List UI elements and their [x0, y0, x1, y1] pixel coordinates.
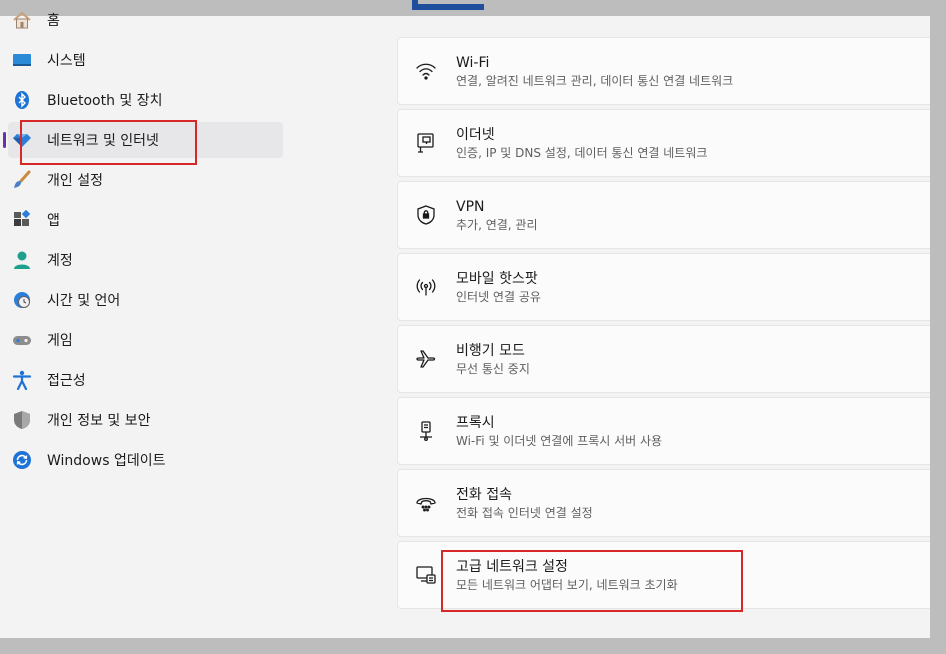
brush-icon: [12, 170, 32, 190]
sidebar-item-label: 계정: [47, 253, 73, 269]
update-icon: [12, 450, 32, 470]
gamepad-icon: [12, 330, 32, 350]
card-subtitle: 연결, 알려진 네트워크 관리, 데이터 통신 연결 네트워크: [456, 73, 734, 88]
card-title: 비행기 모드: [456, 342, 525, 359]
system-icon: [12, 50, 32, 70]
sidebar-item-home[interactable]: 홈: [8, 2, 283, 38]
sidebar-item-label: 접근성: [47, 373, 86, 389]
advanced-network-icon: [414, 563, 438, 587]
card-subtitle: 인터넷 연결 공유: [456, 289, 541, 304]
bluetooth-icon: [12, 90, 32, 110]
accessibility-icon: [12, 370, 32, 390]
network-icon: [12, 130, 32, 150]
card-title: 고급 네트워크 설정: [456, 558, 568, 575]
ethernet-icon: [414, 131, 438, 155]
card-subtitle: 인증, IP 및 DNS 설정, 데이터 통신 연결 네트워크: [456, 145, 708, 160]
card-subtitle: 무선 통신 중지: [456, 361, 530, 376]
sidebar-item-personalization[interactable]: 개인 설정: [8, 162, 283, 198]
selection-indicator: [3, 132, 6, 148]
card-vpn[interactable]: VPN 추가, 연결, 관리: [397, 181, 930, 249]
background-graphic: [412, 0, 484, 10]
hotspot-icon: [414, 275, 438, 299]
sidebar-item-label: 개인 설정: [47, 173, 103, 189]
sidebar-item-label: Windows 업데이트: [47, 453, 166, 469]
card-wifi[interactable]: Wi-Fi 연결, 알려진 네트워크 관리, 데이터 통신 연결 네트워크: [397, 37, 930, 105]
airplane-icon: [414, 347, 438, 371]
sidebar-item-label: 홈: [47, 13, 60, 29]
sidebar-item-label: 앱: [47, 213, 60, 229]
proxy-icon: [414, 419, 438, 443]
card-subtitle: Wi-Fi 및 이더넷 연결에 프록시 서버 사용: [456, 433, 663, 448]
sidebar-item-label: 게임: [47, 333, 73, 349]
vpn-shield-icon: [414, 203, 438, 227]
wifi-icon: [414, 59, 438, 83]
settings-window: 홈 시스템 Bluetooth 및 장치 네트워크 및 인터넷 개인 설정 앱 …: [0, 11, 930, 638]
card-subtitle: 전화 접속 인터넷 연결 설정: [456, 505, 593, 520]
sidebar-item-gaming[interactable]: 게임: [8, 322, 283, 358]
sidebar-item-privacy-security[interactable]: 개인 정보 및 보안: [8, 402, 283, 438]
sidebar-item-accounts[interactable]: 계정: [8, 242, 283, 278]
sidebar-item-windows-update[interactable]: Windows 업데이트: [8, 442, 283, 478]
time-language-icon: [12, 290, 32, 310]
sidebar-item-label: 네트워크 및 인터넷: [47, 133, 159, 149]
sidebar-item-label: 개인 정보 및 보안: [47, 413, 151, 429]
card-dial-up[interactable]: 전화 접속 전화 접속 인터넷 연결 설정: [397, 469, 930, 537]
card-mobile-hotspot[interactable]: 모바일 핫스팟 인터넷 연결 공유: [397, 253, 930, 321]
account-icon: [12, 250, 32, 270]
sidebar-item-accessibility[interactable]: 접근성: [8, 362, 283, 398]
sidebar-item-network[interactable]: 네트워크 및 인터넷: [3, 122, 283, 158]
sidebar-item-label: 시간 및 언어: [47, 293, 121, 309]
card-proxy[interactable]: 프록시 Wi-Fi 및 이더넷 연결에 프록시 서버 사용: [397, 397, 930, 465]
card-title: 이더넷: [456, 126, 495, 143]
sidebar-item-label: Bluetooth 및 장치: [47, 93, 163, 109]
sidebar-item-system[interactable]: 시스템: [8, 42, 283, 78]
card-title: 프록시: [456, 414, 495, 431]
home-icon: [12, 10, 32, 30]
background-bottom: [0, 638, 946, 654]
sidebar-item-apps[interactable]: 앱: [8, 202, 283, 238]
background-right: [930, 16, 946, 654]
apps-icon: [12, 210, 32, 230]
sidebar-nav: 홈 시스템 Bluetooth 및 장치 네트워크 및 인터넷 개인 설정 앱 …: [0, 11, 290, 638]
card-title: 모바일 핫스팟: [456, 270, 538, 287]
card-airplane-mode[interactable]: 비행기 모드 무선 통신 중지: [397, 325, 930, 393]
card-title: 전화 접속: [456, 486, 512, 503]
card-ethernet[interactable]: 이더넷 인증, IP 및 DNS 설정, 데이터 통신 연결 네트워크: [397, 109, 930, 177]
card-subtitle: 모든 네트워크 어댑터 보기, 네트워크 초기화: [456, 577, 678, 592]
card-title: VPN: [456, 198, 485, 215]
card-subtitle: 추가, 연결, 관리: [456, 217, 538, 232]
card-title: Wi-Fi: [456, 54, 490, 71]
shield-icon: [12, 410, 32, 430]
network-settings-list: Wi-Fi 연결, 알려진 네트워크 관리, 데이터 통신 연결 네트워크 이더…: [397, 16, 930, 638]
sidebar-item-label: 시스템: [47, 53, 86, 69]
card-advanced-network-settings[interactable]: 고급 네트워크 설정 모든 네트워크 어댑터 보기, 네트워크 초기화: [397, 541, 930, 609]
sidebar-item-time-language[interactable]: 시간 및 언어: [8, 282, 283, 318]
dialup-icon: [414, 491, 438, 515]
sidebar-item-bluetooth[interactable]: Bluetooth 및 장치: [8, 82, 283, 118]
